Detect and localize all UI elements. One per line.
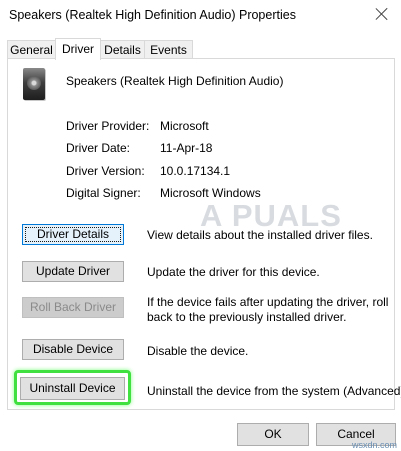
window-title: Speakers (Realtek High Definition Audio)… (9, 8, 296, 22)
tab-details[interactable]: Details (100, 40, 145, 59)
driver-details-button[interactable]: Driver Details (22, 224, 124, 245)
driver-version-label: Driver Version: (66, 164, 145, 178)
driver-version-value: 10.0.17134.1 (160, 164, 231, 178)
title-bar: Speakers (Realtek High Definition Audio)… (0, 0, 401, 32)
device-name: Speakers (Realtek High Definition Audio) (66, 74, 284, 88)
digital-signer-value: Microsoft Windows (160, 186, 261, 200)
disable-device-description: Disable the device. (147, 344, 249, 358)
disable-device-button[interactable]: Disable Device (22, 339, 124, 360)
tab-general[interactable]: General (7, 40, 56, 59)
driver-provider-label: Driver Provider: (66, 119, 150, 133)
speaker-icon (23, 68, 45, 100)
driver-date-value: 11-Apr-18 (160, 141, 213, 155)
tab-events[interactable]: Events (144, 40, 193, 59)
update-driver-description: Update the driver for this device. (147, 265, 320, 279)
tab-driver[interactable]: Driver (55, 38, 101, 60)
roll-back-driver-description-line1: If the device fails after updating the d… (147, 295, 389, 309)
update-driver-button[interactable]: Update Driver (22, 261, 124, 282)
driver-details-description: View details about the installed driver … (147, 228, 373, 242)
driver-provider-value: Microsoft (160, 119, 209, 133)
close-icon[interactable] (374, 6, 390, 22)
uninstall-device-button[interactable]: Uninstall Device (20, 377, 125, 400)
tab-strip: General Driver Details Events (7, 38, 397, 60)
roll-back-driver-description-line2: back to the previously installed driver. (147, 310, 347, 324)
uninstall-device-description: Uninstall the device from the system (Ad… (147, 384, 401, 398)
digital-signer-label: Digital Signer: (66, 186, 141, 200)
driver-date-label: Driver Date: (66, 141, 131, 155)
corner-watermark: wsxdn.com (351, 440, 397, 450)
ok-button[interactable]: OK (237, 423, 309, 446)
roll-back-driver-button[interactable]: Roll Back Driver (22, 297, 124, 318)
